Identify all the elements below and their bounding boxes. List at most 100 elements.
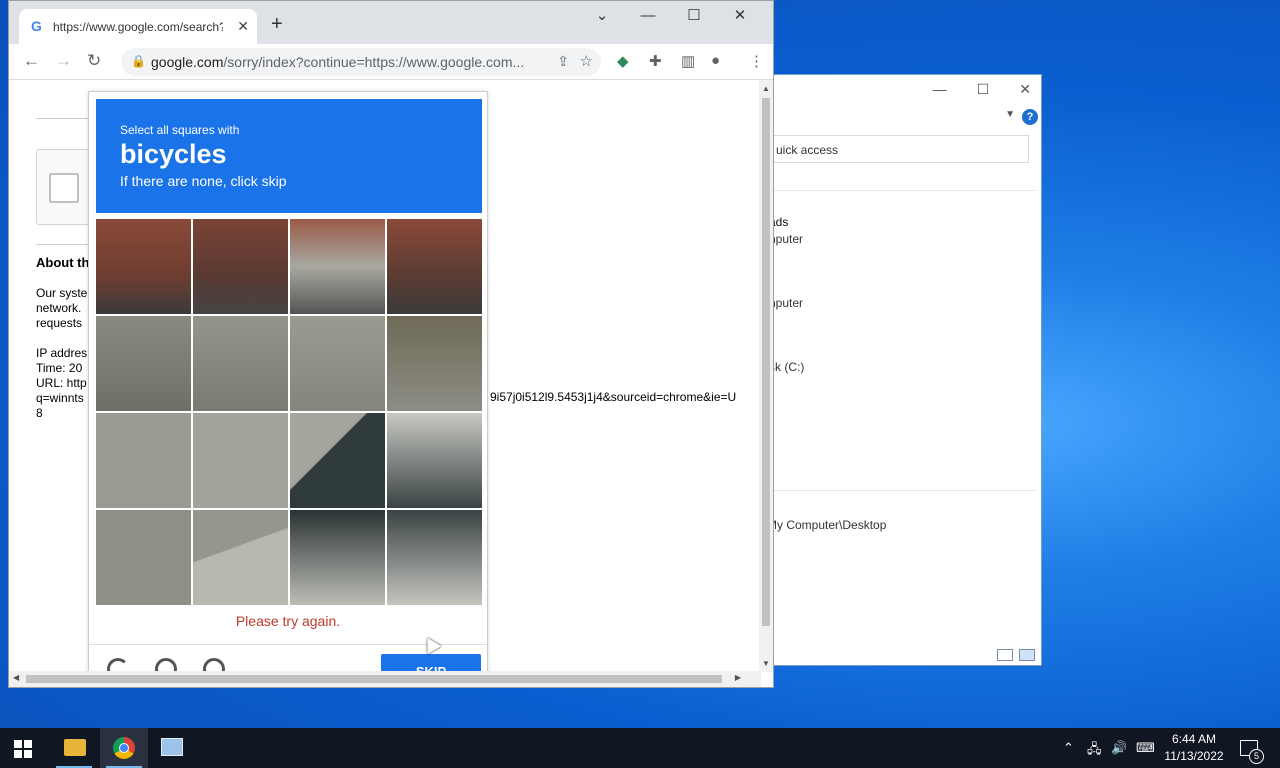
horizontal-scrollbar[interactable]: ◀ ▶: [9, 671, 761, 687]
grid-tile[interactable]: [193, 316, 288, 411]
new-tab-button[interactable]: +: [271, 13, 283, 36]
clock-time: 6:44 AM: [1171, 732, 1217, 746]
tab-google-search[interactable]: G https://www.google.com/search? ✕: [19, 9, 257, 44]
page-content: About th Our syste network. requests IP …: [9, 80, 761, 672]
divider: [769, 490, 1035, 491]
chrome-icon: [113, 737, 135, 759]
recaptcha-checkbox[interactable]: [49, 173, 79, 203]
help-icon[interactable]: ?: [1022, 109, 1038, 125]
grid-tile[interactable]: [387, 413, 482, 508]
volume-icon[interactable]: 🔊: [1111, 740, 1127, 756]
chevron-up-icon[interactable]: ⌃: [1063, 740, 1074, 756]
scroll-down-icon[interactable]: ▼: [762, 659, 770, 668]
info-icon[interactable]: [203, 658, 225, 672]
grid-tile[interactable]: [193, 413, 288, 508]
taskbar-remote-app[interactable]: [148, 728, 196, 768]
detail-line: URL: http: [36, 376, 87, 390]
grid-tile[interactable]: [96, 510, 191, 605]
scroll-right-icon[interactable]: ▶: [735, 673, 741, 682]
url-tail-text: 9i57j0i512l9.5453j1j4&sourceid=chrome&ie…: [490, 390, 737, 404]
error-message: Please try again.: [235, 613, 341, 629]
google-icon: G: [31, 18, 42, 34]
reload-button[interactable]: ↻: [87, 51, 101, 71]
menu-kebab-icon[interactable]: ⋮: [749, 52, 764, 70]
detail-line: 8: [36, 406, 43, 420]
address-bar[interactable]: 🔒 google.com/sorry/index?continue=https:…: [121, 48, 601, 76]
chrome-maximize-button[interactable]: ☐: [671, 5, 717, 27]
file-explorer-window[interactable]: — ☐ ✕ ▼ ? uick access ads nputer nputer …: [740, 74, 1042, 666]
details-view-icon[interactable]: [997, 649, 1013, 661]
extensions-puzzle-icon[interactable]: ✚: [649, 52, 662, 70]
explorer-item-disk[interactable]: sk (C:): [769, 360, 804, 374]
forward-button[interactable]: →: [55, 51, 72, 71]
detail-line: q=winnts: [36, 391, 84, 405]
keyboard-icon[interactable]: ⌨: [1136, 740, 1155, 756]
explorer-maximize-button[interactable]: ☐: [977, 81, 990, 98]
side-panel-icon[interactable]: ▥: [681, 52, 695, 70]
taskbar: ⌃ 🖧 🔊 ⌨ 6:44 AM 11/13/2022 5: [0, 728, 1280, 768]
scroll-thumb[interactable]: [762, 98, 770, 626]
chrome-close-button[interactable]: ✕: [717, 5, 763, 27]
tab-search-button[interactable]: ⌄: [579, 5, 625, 27]
scroll-left-icon[interactable]: ◀: [13, 673, 19, 682]
chevron-down-icon[interactable]: ▼: [1005, 109, 1015, 120]
grid-tile[interactable]: [96, 219, 191, 314]
network-icon[interactable]: 🖧: [1087, 740, 1102, 762]
challenge-header: Select all squares with bicycles If ther…: [96, 99, 482, 213]
challenge-target: bicycles: [120, 139, 227, 169]
grid-tile[interactable]: [387, 219, 482, 314]
explorer-status-path: My Computer\Desktop: [767, 518, 887, 532]
scroll-thumb[interactable]: [26, 675, 722, 683]
grid-tile[interactable]: [193, 219, 288, 314]
paragraph-line: requests: [36, 316, 83, 330]
profile-avatar-icon[interactable]: ●: [711, 52, 720, 69]
vertical-scrollbar[interactable]: ▲ ▼: [759, 80, 773, 672]
large-icons-view-icon[interactable]: [1019, 649, 1035, 661]
skip-button[interactable]: SKIP: [381, 654, 481, 672]
tab-title: https://www.google.com/search?: [53, 20, 223, 34]
lock-icon[interactable]: 🔒: [131, 54, 146, 68]
grid-tile[interactable]: [387, 510, 482, 605]
browser-toolbar: ← → ↻ 🔒 google.com/sorry/index?continue=…: [9, 44, 773, 80]
image-grid: [96, 219, 482, 605]
taskbar-file-explorer[interactable]: [50, 728, 98, 768]
folder-icon: [64, 739, 86, 756]
explorer-window-controls: — ☐ ✕: [933, 81, 1031, 98]
start-button[interactable]: [14, 740, 32, 758]
url-text: google.com/sorry/index?continue=https://…: [151, 54, 531, 70]
grid-tile[interactable]: [290, 219, 385, 314]
recaptcha-challenge: Select all squares with bicycles If ther…: [88, 91, 488, 672]
taskbar-chrome[interactable]: [100, 728, 148, 768]
challenge-instruction: Select all squares with: [120, 123, 240, 137]
reload-challenge-icon[interactable]: [107, 658, 129, 672]
bookmark-star-icon[interactable]: ☆: [580, 52, 593, 70]
detail-line: Time: 20: [36, 361, 83, 375]
grid-tile[interactable]: [290, 413, 385, 508]
share-icon[interactable]: ⇪: [557, 53, 569, 70]
audio-challenge-icon[interactable]: [155, 658, 177, 672]
chrome-minimize-button[interactable]: —: [625, 5, 671, 27]
close-tab-icon[interactable]: ✕: [237, 18, 249, 35]
grid-tile[interactable]: [96, 316, 191, 411]
explorer-address-bar[interactable]: uick access: [769, 135, 1029, 163]
grid-tile[interactable]: [290, 510, 385, 605]
grid-tile[interactable]: [290, 316, 385, 411]
system-clock[interactable]: 6:44 AM 11/13/2022: [1158, 731, 1230, 765]
grid-tile[interactable]: [387, 316, 482, 411]
tab-strip: G https://www.google.com/search? ✕ + ⌄ —…: [9, 1, 773, 44]
grid-tile[interactable]: [193, 510, 288, 605]
back-button[interactable]: ←: [23, 51, 40, 71]
url-path: /sorry/index?continue=https://www.google…: [223, 54, 525, 70]
explorer-minimize-button[interactable]: —: [933, 81, 947, 98]
explorer-close-button[interactable]: ✕: [1019, 81, 1031, 98]
url-host: google.com: [151, 54, 224, 70]
chrome-window: G https://www.google.com/search? ✕ + ⌄ —…: [8, 0, 774, 688]
explorer-item-location: nputer: [769, 232, 804, 246]
about-heading: About th: [36, 255, 90, 270]
extension-icon[interactable]: ◆: [617, 52, 629, 70]
divider: [36, 118, 88, 119]
scroll-up-icon[interactable]: ▲: [762, 84, 770, 93]
divider: [36, 244, 88, 245]
grid-tile[interactable]: [96, 413, 191, 508]
paragraph-line: network.: [36, 301, 82, 315]
